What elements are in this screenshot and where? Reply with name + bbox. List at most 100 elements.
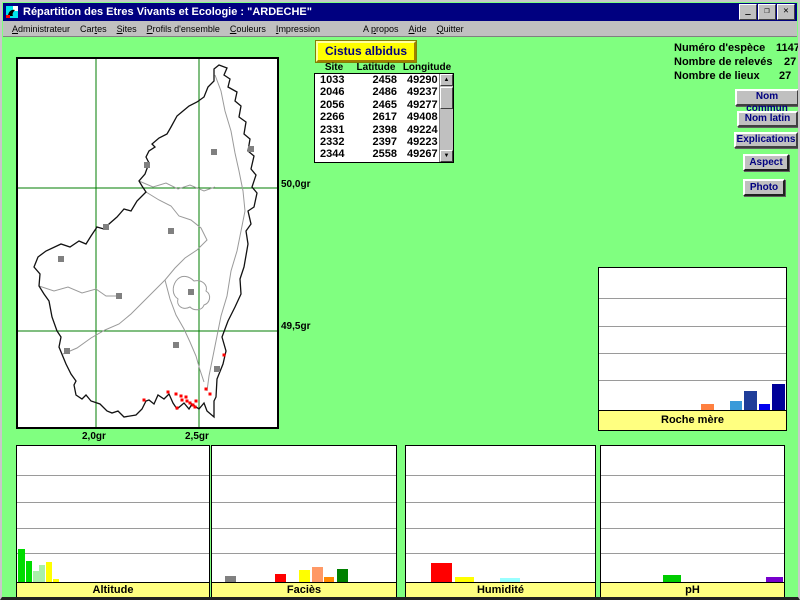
occurrence-dot <box>167 391 170 394</box>
table-cell: 2332 <box>315 136 353 148</box>
col-header-longitude: Longitude <box>399 62 455 73</box>
gridline <box>599 380 786 381</box>
site-marker <box>116 293 122 299</box>
histogram-bar <box>766 577 783 582</box>
gridline <box>17 475 209 476</box>
menu-item-quitter[interactable]: Quitter <box>432 24 469 34</box>
grid-label-2-0gr: 2,0gr <box>82 431 106 442</box>
table-cell: 2486 <box>353 86 399 98</box>
table-cell: 2266 <box>315 111 353 123</box>
table-row[interactable]: 2046248649237 <box>315 86 453 98</box>
window-title: Répartition des Etres Vivants et Ecologi… <box>23 6 738 18</box>
table-row[interactable]: 2332239749223 <box>315 136 453 148</box>
map-inner-boundaries <box>39 75 245 391</box>
title-bar: Répartition des Etres Vivants et Ecologi… <box>3 3 797 21</box>
chart-ph: pH <box>600 445 785 599</box>
explications-button[interactable]: Explications <box>734 132 798 148</box>
col-header-latitude: Latitude <box>353 62 399 73</box>
nom-commun-button[interactable]: Nom commun <box>735 89 799 106</box>
histogram-bar <box>663 575 681 582</box>
menu-bar: AdministrateurCartesSitesProfils d'ensem… <box>3 21 797 37</box>
species-name-box: Cistus albidus <box>316 41 416 62</box>
site-marker <box>173 342 179 348</box>
map-markers <box>58 146 254 410</box>
gridline <box>599 326 786 327</box>
sites-table[interactable]: 1033245849290204624864923720562465492772… <box>314 73 454 163</box>
minimize-button[interactable]: _ <box>739 4 757 20</box>
site-marker <box>103 224 109 230</box>
scrollbar-thumb[interactable] <box>440 87 453 109</box>
site-marker <box>64 348 70 354</box>
gridline <box>601 475 784 476</box>
occurrence-dot <box>143 399 146 402</box>
menu-item-profils-d-ensemble[interactable]: Profils d'ensemble <box>142 24 225 34</box>
histogram-bar <box>18 549 25 582</box>
info-label: Nombre de relevés <box>674 56 800 68</box>
table-row[interactable]: 2331239849224 <box>315 124 453 136</box>
gridline <box>601 553 784 554</box>
info-species-number: Numéro d'espèce 1147 <box>674 42 800 54</box>
table-scrollbar[interactable]: ▲ ▼ <box>439 74 453 162</box>
gridline <box>406 475 595 476</box>
maximize-button[interactable]: ❐ <box>758 4 776 20</box>
site-marker <box>144 162 150 168</box>
site-marker <box>214 366 220 372</box>
gridline <box>212 528 396 529</box>
histogram-bar <box>730 401 742 410</box>
histogram-bar <box>337 569 348 582</box>
site-marker <box>168 228 174 234</box>
menu-item-aide[interactable]: Aide <box>404 24 432 34</box>
site-marker <box>248 146 254 152</box>
app-icon <box>5 5 19 19</box>
scroll-up-icon[interactable]: ▲ <box>440 74 453 86</box>
occurrence-dot <box>181 399 184 402</box>
chart-plot <box>598 267 787 411</box>
scroll-down-icon[interactable]: ▼ <box>440 150 453 162</box>
table-row[interactable]: 2056246549277 <box>315 99 453 111</box>
table-cell: 2465 <box>353 99 399 111</box>
occurrence-dot <box>185 396 188 399</box>
table-cell: 2046 <box>315 86 353 98</box>
info-value: 1147 <box>776 42 800 54</box>
close-button[interactable]: ✕ <box>777 4 795 20</box>
occurrence-dot <box>223 354 226 357</box>
occurrence-dot <box>176 407 179 410</box>
table-row[interactable]: 2266261749408 <box>315 111 453 123</box>
histogram-bar <box>324 577 334 582</box>
occurrence-dot <box>175 393 178 396</box>
photo-button[interactable]: Photo <box>743 179 785 196</box>
table-header: Site Latitude Longitude <box>315 62 453 73</box>
menu-item-couleurs[interactable]: Couleurs <box>225 24 271 34</box>
menu-item-a-propos[interactable]: A propos <box>358 24 404 34</box>
menu-item-impression[interactable]: Impression <box>271 24 325 34</box>
gridline <box>406 528 595 529</box>
chart-plot <box>16 445 210 583</box>
histogram-bar <box>26 561 32 582</box>
nom-latin-button[interactable]: Nom latin <box>737 111 798 127</box>
table-cell: 2458 <box>353 74 399 86</box>
menu-group-right: A proposAideQuitter <box>358 21 469 36</box>
histogram-bar <box>312 567 323 582</box>
menu-item-sites[interactable]: Sites <box>112 24 142 34</box>
gridline <box>17 502 209 503</box>
map-panel[interactable] <box>16 57 279 429</box>
histogram-bar <box>225 576 236 582</box>
gridline <box>17 528 209 529</box>
chart-facies: Faciès <box>211 445 397 599</box>
aspect-button[interactable]: Aspect <box>743 154 789 171</box>
histogram-bar <box>744 391 757 410</box>
table-cell: 1033 <box>315 74 353 86</box>
gridline <box>212 553 396 554</box>
info-value: 27 <box>779 70 791 82</box>
occurrence-dot <box>180 395 183 398</box>
table-row[interactable]: 2344255849267 <box>315 148 453 160</box>
table-row[interactable]: 1033245849290 <box>315 74 453 86</box>
chart-label: Roche mère <box>598 411 787 431</box>
chart-humidite: Humidité <box>405 445 596 599</box>
menu-item-administrateur[interactable]: Administrateur <box>7 24 75 34</box>
col-header-site: Site <box>315 62 353 73</box>
table-cell: 2617 <box>353 111 399 123</box>
table-cell: 2558 <box>353 148 399 160</box>
menu-item-cartes[interactable]: Cartes <box>75 24 112 34</box>
histogram-bar <box>46 562 52 582</box>
